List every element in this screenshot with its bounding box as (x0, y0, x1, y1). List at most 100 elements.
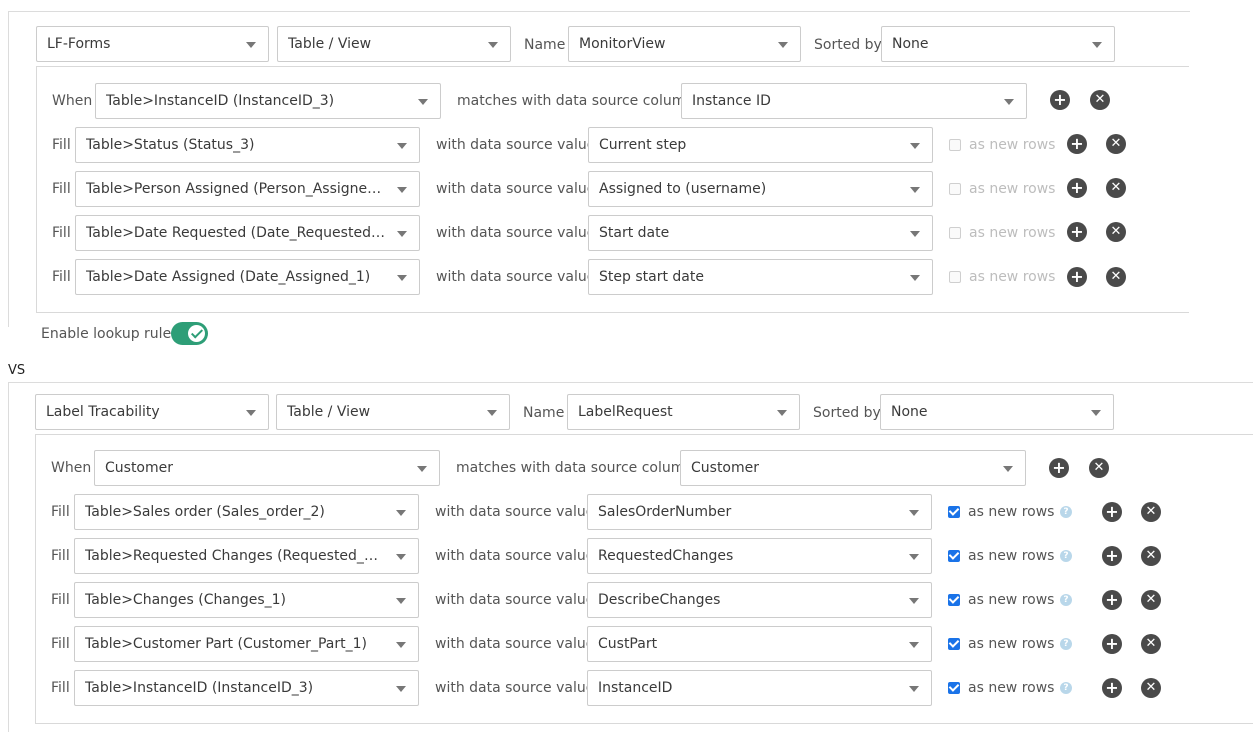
object-type-select[interactable]: Table / View (276, 394, 510, 430)
add-fill-button[interactable]: + (1102, 634, 1122, 654)
new-rows-label: as new rows (969, 225, 1056, 241)
sorted-by-select[interactable]: None (880, 394, 1114, 430)
fill-value-select[interactable]: Start date (588, 215, 933, 251)
remove-condition-button[interactable]: ✕ (1089, 458, 1109, 478)
add-fill-button[interactable]: + (1102, 590, 1122, 610)
plus-circle-icon: + (1070, 267, 1084, 286)
x-circle-icon: ✕ (1145, 592, 1157, 607)
remove-fill-button[interactable]: ✕ (1106, 178, 1126, 198)
source-select[interactable]: LF-Forms (36, 26, 269, 62)
new-rows-checkbox[interactable] (949, 183, 961, 195)
fill-value: InstanceID (598, 680, 673, 696)
chevron-down-icon (1004, 99, 1014, 105)
fill-value: Assigned to (username) (599, 181, 767, 197)
question-circle-icon[interactable]: ? (1060, 638, 1072, 650)
fill-field-select[interactable]: Table>InstanceID (InstanceID_3) (74, 670, 419, 706)
sorted-by-select[interactable]: None (881, 26, 1115, 62)
fill-field-select[interactable]: Table>Requested Changes (Requested_Chang… (74, 538, 419, 574)
when-label: When (51, 460, 92, 476)
remove-fill-button[interactable]: ✕ (1141, 634, 1161, 654)
remove-fill-button[interactable]: ✕ (1141, 546, 1161, 566)
new-rows-checkbox[interactable] (948, 682, 960, 694)
fill-value-select[interactable]: Assigned to (username) (588, 171, 933, 207)
fill-value: Step start date (599, 269, 704, 285)
new-rows-checkbox[interactable] (948, 638, 960, 650)
remove-condition-button[interactable]: ✕ (1090, 90, 1110, 110)
match-column-select[interactable]: Instance ID (681, 83, 1027, 119)
add-fill-button[interactable]: + (1067, 178, 1087, 198)
enable-lookup-rule-toggle[interactable] (171, 322, 208, 345)
chevron-down-icon (397, 143, 407, 149)
add-fill-button[interactable]: + (1102, 678, 1122, 698)
new-rows-checkbox[interactable] (949, 139, 961, 151)
chevron-down-icon (396, 510, 406, 516)
add-fill-button[interactable]: + (1067, 222, 1087, 242)
source-select[interactable]: Label Tracability (35, 394, 269, 430)
plus-circle-icon: + (1105, 634, 1119, 653)
fill-value-select[interactable]: Step start date (588, 259, 933, 295)
remove-fill-button[interactable]: ✕ (1106, 134, 1126, 154)
with-value-label: with data source value (436, 181, 596, 197)
new-rows-checkbox[interactable] (949, 271, 961, 283)
fill-label: Fill (52, 181, 71, 197)
chevron-down-icon (910, 187, 920, 193)
when-field-select[interactable]: Customer (94, 450, 440, 486)
name-select[interactable]: MonitorView (568, 26, 801, 62)
remove-fill-button[interactable]: ✕ (1106, 222, 1126, 242)
source-select-value: LF-Forms (47, 36, 111, 52)
new-rows-checkbox[interactable] (949, 227, 961, 239)
fill-field-value: Table>Date Requested (Date_Requested_3) (86, 225, 387, 241)
add-fill-button[interactable]: + (1102, 546, 1122, 566)
match-column-select[interactable]: Customer (680, 450, 1026, 486)
add-fill-button[interactable]: + (1067, 134, 1087, 154)
question-circle-icon[interactable]: ? (1060, 550, 1072, 562)
fill-field-select[interactable]: Table>Date Assigned (Date_Assigned_1) (75, 259, 420, 295)
new-rows-checkbox[interactable] (948, 594, 960, 606)
remove-fill-button[interactable]: ✕ (1141, 678, 1161, 698)
fill-field-select[interactable]: Table>Status (Status_3) (75, 127, 420, 163)
question-circle-icon[interactable]: ? (1060, 682, 1072, 694)
object-type-select[interactable]: Table / View (277, 26, 511, 62)
fill-field-select[interactable]: Table>Date Requested (Date_Requested_3) (75, 215, 420, 251)
add-fill-button[interactable]: + (1102, 502, 1122, 522)
sorted-by-label: Sorted by (813, 405, 881, 421)
fill-label: Fill (52, 269, 71, 285)
fill-label: Fill (52, 137, 71, 153)
fill-value-select[interactable]: RequestedChanges (587, 538, 932, 574)
x-circle-icon: ✕ (1145, 636, 1157, 651)
new-rows-label: as new rows (969, 269, 1056, 285)
remove-fill-button[interactable]: ✕ (1106, 267, 1126, 287)
add-condition-button[interactable]: + (1049, 458, 1069, 478)
fill-field-select[interactable]: Table>Person Assigned (Person_Assigned_1… (75, 171, 420, 207)
with-value-label: with data source value (435, 680, 595, 696)
fill-field-select[interactable]: Table>Changes (Changes_1) (74, 582, 419, 618)
chevron-down-icon (1003, 466, 1013, 472)
add-fill-button[interactable]: + (1067, 267, 1087, 287)
new-rows-checkbox[interactable] (948, 506, 960, 518)
check-icon (188, 325, 205, 342)
name-select[interactable]: LabelRequest (567, 394, 800, 430)
add-condition-button[interactable]: + (1050, 90, 1070, 110)
remove-fill-button[interactable]: ✕ (1141, 590, 1161, 610)
fill-value-select[interactable]: DescribeChanges (587, 582, 932, 618)
enable-lookup-rule-label: Enable lookup rule (41, 326, 172, 342)
when-field-select[interactable]: Table>InstanceID (InstanceID_3) (95, 83, 441, 119)
remove-fill-button[interactable]: ✕ (1141, 502, 1161, 522)
chevron-down-icon (246, 410, 256, 416)
fill-value-select[interactable]: SalesOrderNumber (587, 494, 932, 530)
matches-label: matches with data source column (457, 93, 695, 109)
fill-value-select[interactable]: Current step (588, 127, 933, 163)
chevron-down-icon (396, 686, 406, 692)
fill-field-select[interactable]: Table>Customer Part (Customer_Part_1) (74, 626, 419, 662)
fill-field-value: Table>Requested Changes (Requested_Chang… (85, 548, 386, 564)
fill-field-select[interactable]: Table>Sales order (Sales_order_2) (74, 494, 419, 530)
fill-value-select[interactable]: CustPart (587, 626, 932, 662)
question-circle-icon[interactable]: ? (1060, 594, 1072, 606)
fill-value: RequestedChanges (598, 548, 734, 564)
question-circle-icon[interactable]: ? (1060, 506, 1072, 518)
new-rows-checkbox[interactable] (948, 550, 960, 562)
fill-value-select[interactable]: InstanceID (587, 670, 932, 706)
plus-circle-icon: + (1052, 458, 1066, 477)
new-rows-label: as new rows (968, 548, 1055, 564)
fill-value: SalesOrderNumber (598, 504, 732, 520)
